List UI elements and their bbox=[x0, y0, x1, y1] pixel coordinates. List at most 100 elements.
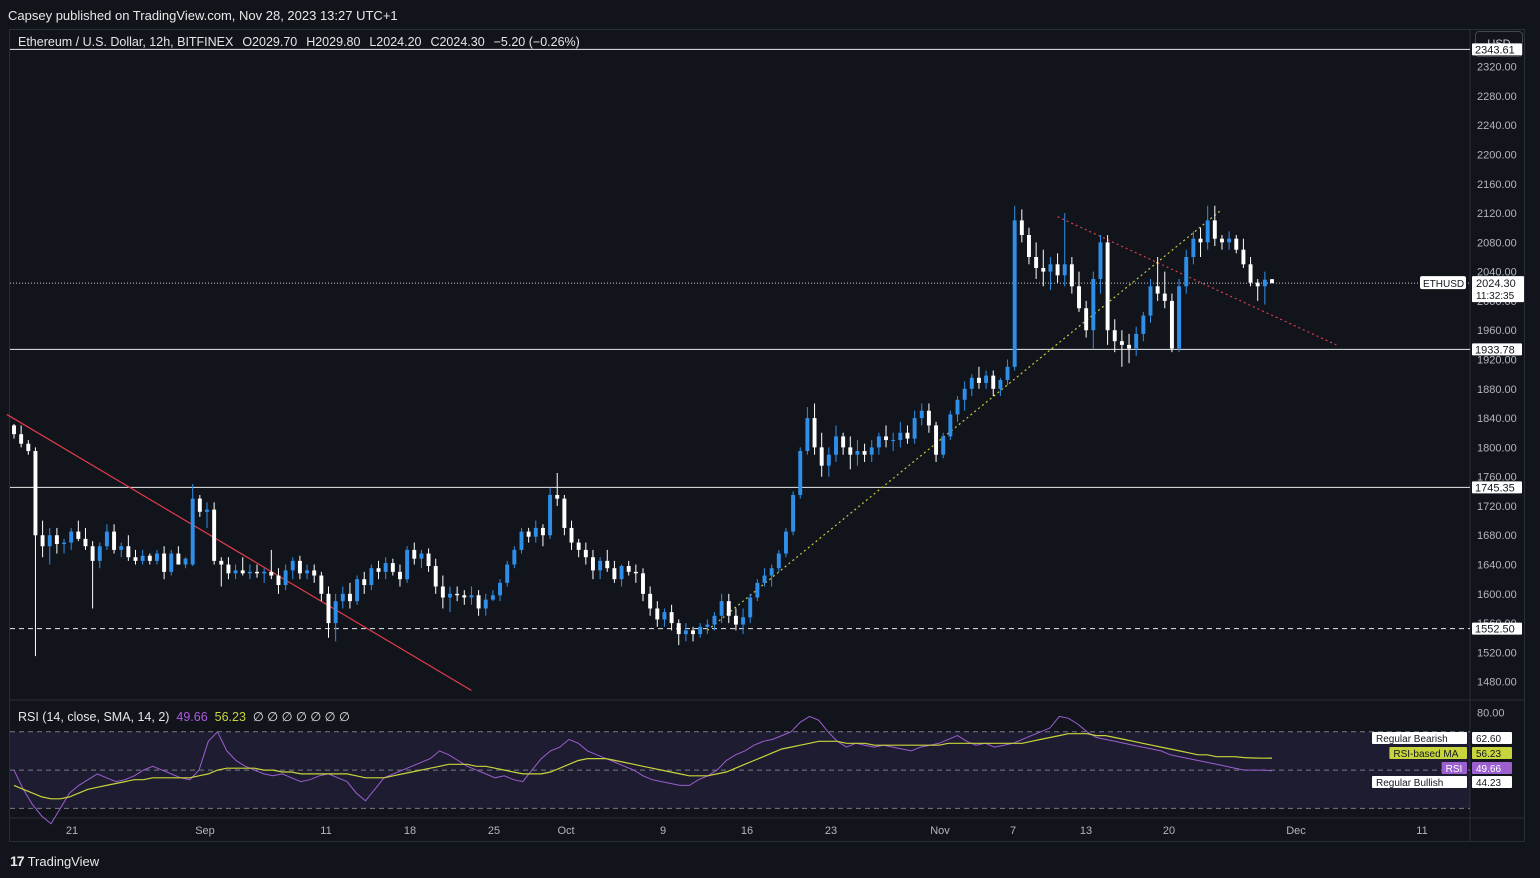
candle-body bbox=[54, 535, 59, 545]
candle-body bbox=[119, 546, 124, 550]
candle-body bbox=[140, 555, 145, 561]
candle-body bbox=[733, 615, 738, 625]
candle-body bbox=[62, 542, 66, 545]
rsi-value-label: 49.66 bbox=[1476, 764, 1501, 775]
candle-body bbox=[783, 531, 788, 554]
bottom-bar bbox=[0, 848, 1540, 878]
candle-body bbox=[841, 436, 846, 448]
candle-body bbox=[340, 593, 345, 602]
candle-body bbox=[598, 560, 603, 571]
candle-body bbox=[498, 582, 503, 596]
level-label: 2343.61 bbox=[1475, 44, 1515, 56]
candle-body bbox=[984, 375, 989, 383]
candle-body bbox=[19, 434, 24, 444]
rsi-value-label: 44.23 bbox=[1476, 778, 1501, 789]
candle-body bbox=[884, 436, 888, 441]
candle-body bbox=[862, 451, 867, 455]
candle-body bbox=[712, 615, 717, 625]
candle-body bbox=[948, 414, 953, 437]
candle-body bbox=[426, 553, 431, 566]
candle-body bbox=[305, 570, 310, 574]
candle-body bbox=[605, 560, 610, 569]
candle-body bbox=[212, 509, 217, 561]
y-tick-label: 2280.00 bbox=[1477, 91, 1517, 103]
x-tick-label: 23 bbox=[825, 825, 837, 837]
symbol-tag: ETHUSD bbox=[1423, 279, 1464, 290]
candle-body bbox=[1119, 341, 1124, 345]
candle-body bbox=[76, 531, 81, 539]
candle-body bbox=[1055, 264, 1060, 276]
y-tick-label: 1880.00 bbox=[1477, 384, 1517, 396]
candle-body bbox=[1069, 264, 1074, 287]
candle-body bbox=[1141, 315, 1146, 334]
candle-body bbox=[591, 557, 595, 571]
rsi-value-label: 56.23 bbox=[1476, 749, 1501, 760]
candle-body bbox=[540, 527, 545, 536]
candle-body bbox=[1177, 286, 1182, 349]
candle-body bbox=[419, 553, 424, 559]
candle-body bbox=[855, 451, 860, 455]
candle-body bbox=[398, 571, 402, 580]
candle-body bbox=[662, 612, 667, 620]
candle-body bbox=[126, 546, 131, 558]
candle-body bbox=[676, 623, 681, 635]
y-tick-label: 1680.00 bbox=[1477, 530, 1517, 542]
candle-body bbox=[40, 535, 45, 547]
candle-body bbox=[490, 595, 495, 600]
candle-body bbox=[876, 436, 881, 448]
candle-body bbox=[533, 527, 538, 537]
candle-body bbox=[455, 593, 460, 596]
x-tick-label: 21 bbox=[66, 825, 78, 837]
candle-body bbox=[848, 447, 853, 455]
candle-body bbox=[448, 593, 452, 598]
candle-body bbox=[1077, 286, 1081, 309]
candle-body bbox=[526, 531, 531, 537]
candle-body bbox=[240, 570, 245, 574]
candle-body bbox=[869, 447, 874, 455]
tradingview-logo-icon: 17 bbox=[10, 853, 25, 869]
countdown-label: 11:32:35 bbox=[1476, 291, 1515, 302]
candle-body bbox=[190, 498, 195, 565]
candle-body bbox=[583, 549, 588, 558]
y-tick-label: 1480.00 bbox=[1477, 677, 1517, 689]
candle-body bbox=[276, 575, 281, 586]
candle-body bbox=[1248, 264, 1253, 283]
candle-body bbox=[619, 566, 624, 580]
candle-body bbox=[755, 582, 760, 598]
candle-body bbox=[47, 535, 52, 547]
tradingview-brand: TradingView bbox=[27, 853, 100, 869]
rsi-axis-label: 80.00 bbox=[1477, 708, 1505, 720]
candle-body bbox=[548, 494, 553, 536]
trendline bbox=[6, 413, 472, 691]
candle-body bbox=[655, 608, 660, 620]
x-tick-label: 11 bbox=[320, 825, 331, 837]
y-tick-label: 1520.00 bbox=[1477, 647, 1517, 659]
candle-body bbox=[762, 575, 767, 583]
level-label: 1552.50 bbox=[1475, 624, 1515, 636]
candle-body bbox=[197, 498, 202, 512]
candle-body bbox=[834, 436, 838, 455]
candle-body bbox=[297, 560, 302, 574]
candle-body bbox=[412, 549, 417, 559]
candle-body bbox=[791, 494, 796, 532]
candle-body bbox=[512, 549, 517, 565]
candle-body bbox=[462, 595, 467, 598]
candle-body bbox=[1198, 238, 1203, 243]
candle-body bbox=[355, 579, 360, 602]
candle-body bbox=[1220, 238, 1224, 243]
candle-body bbox=[90, 546, 95, 561]
candle-body bbox=[97, 546, 102, 561]
candle-body bbox=[283, 570, 288, 586]
candle-body bbox=[669, 612, 674, 624]
candle-body bbox=[176, 553, 181, 565]
candle-body bbox=[1155, 286, 1160, 294]
candle-body bbox=[819, 447, 824, 466]
candle-body bbox=[312, 570, 317, 576]
candle-body bbox=[905, 432, 910, 439]
candle-body bbox=[1034, 256, 1039, 268]
candle-body bbox=[383, 563, 388, 572]
candle-body bbox=[505, 564, 510, 583]
y-tick-label: 1800.00 bbox=[1477, 442, 1517, 454]
price-chart[interactable]: 1480.001520.001560.001600.001640.001680.… bbox=[0, 0, 1540, 878]
candle-body bbox=[934, 425, 939, 455]
